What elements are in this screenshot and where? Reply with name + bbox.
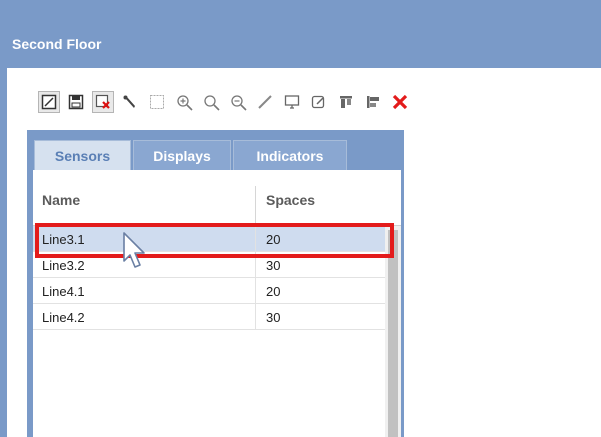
cell-name: Line3.2 — [42, 258, 85, 273]
zoom-reset-icon[interactable] — [200, 91, 222, 113]
window-title: Second Floor — [12, 36, 102, 52]
window-titlebar: Second Floor — [0, 0, 601, 68]
scrollbar-thumb[interactable] — [388, 230, 398, 437]
zoom-out-icon[interactable] — [227, 91, 249, 113]
table-row[interactable]: Line4.1 20 — [33, 278, 385, 304]
close-icon[interactable] — [389, 91, 411, 113]
cell-name: Line4.1 — [42, 284, 85, 299]
delete-icon[interactable] — [92, 91, 114, 113]
wrench-icon[interactable] — [119, 91, 141, 113]
tab-sensors[interactable]: Sensors — [34, 140, 131, 171]
select-area-icon[interactable] — [146, 91, 168, 113]
table-row[interactable]: Line4.2 30 — [33, 304, 385, 330]
window-left-border — [0, 68, 7, 437]
cell-name: Line4.2 — [42, 310, 85, 325]
cell-divider — [255, 304, 256, 330]
display-icon[interactable] — [281, 91, 303, 113]
edit-icon[interactable] — [38, 91, 60, 113]
sensors-panel: Sensors Displays Indicators Name Spaces … — [27, 130, 404, 437]
save-icon[interactable] — [65, 91, 87, 113]
line-icon[interactable] — [254, 91, 276, 113]
zoom-in-icon[interactable] — [173, 91, 195, 113]
cell-spaces: 30 — [266, 258, 281, 273]
tab-indicators[interactable]: Indicators — [233, 140, 347, 170]
column-header-name[interactable]: Name — [42, 192, 80, 208]
edit-note-icon[interactable] — [308, 91, 330, 113]
column-header-spaces[interactable]: Spaces — [266, 192, 315, 208]
align-left-icon[interactable] — [362, 91, 384, 113]
mouse-pointer-icon — [121, 231, 153, 276]
tab-displays[interactable]: Displays — [133, 140, 231, 170]
cell-spaces: 30 — [266, 310, 281, 325]
align-top-icon[interactable] — [335, 91, 357, 113]
sensors-table: Name Spaces Line3.1 20 Line3.2 30 Line4.… — [33, 170, 401, 437]
floor-window: Second Floor Sensors Displays Indicators… — [0, 0, 601, 437]
table-header: Name Spaces — [33, 170, 401, 226]
cell-divider — [255, 278, 256, 304]
column-divider — [255, 186, 256, 226]
cell-spaces: 20 — [266, 284, 281, 299]
selection-highlight-box — [35, 223, 394, 258]
